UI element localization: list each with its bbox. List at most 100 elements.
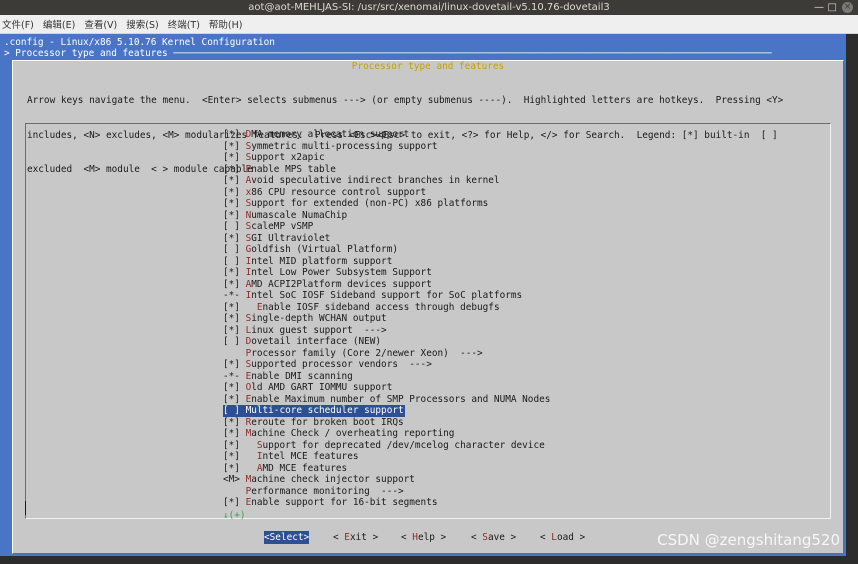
close-icon[interactable]: × bbox=[842, 2, 853, 13]
menu-item-label: nable IOSF sideband access through debug… bbox=[262, 301, 500, 313]
button-text: oad > bbox=[556, 532, 586, 543]
menu-item-state: [*] bbox=[223, 497, 246, 508]
menu-item[interactable]: [*] Enable MPS table bbox=[223, 164, 336, 176]
menu-item-state: -*- bbox=[223, 290, 246, 301]
menu-item-label: ulti-core scheduler support bbox=[251, 405, 404, 416]
menu-item[interactable]: [*] Support for extended (non-PC) x86 pl… bbox=[223, 198, 488, 210]
breadcrumb: > Processor type and features ──────────… bbox=[4, 48, 772, 59]
menu-view[interactable]: 查看(V) bbox=[84, 17, 117, 31]
menu-item[interactable]: [*] Linux guest support ---> bbox=[223, 325, 387, 337]
menu-item-state: [*] bbox=[223, 129, 246, 140]
menu-item-state: [*] bbox=[223, 278, 246, 290]
button-save[interactable]: < Save > bbox=[471, 531, 516, 544]
menu-item-label: ymmetric multi-processing support bbox=[251, 140, 438, 152]
menu-item[interactable]: [ ] Dovetail interface (NEW) bbox=[223, 336, 381, 348]
menu-item-label: void speculative indirect branches in ke… bbox=[251, 175, 500, 186]
watermark: CSDN @zengshitang520 bbox=[657, 531, 840, 549]
menu-item[interactable]: [*] Enable IOSF sideband access through … bbox=[223, 302, 500, 314]
menu-item[interactable]: [*] Intel Low Power Subsystem Support bbox=[223, 267, 432, 279]
menu-item[interactable]: [*] Symmetric multi-processing support bbox=[223, 141, 438, 153]
menu-item-state: [*] bbox=[223, 313, 246, 324]
menu-item[interactable]: [*] Numascale NumaChip bbox=[223, 210, 347, 222]
config-header: .config - Linux/x86 5.10.76 Kernel Confi… bbox=[4, 37, 275, 48]
menu-item[interactable]: <M> Machine check injector support bbox=[223, 474, 415, 486]
menu-item-label: nable DMI scanning bbox=[251, 370, 353, 382]
menu-item-label: ntel Low Power Subsystem Support bbox=[251, 267, 432, 278]
menu-item[interactable]: [*] DMA memory allocation support bbox=[223, 129, 409, 141]
minimize-icon[interactable]: — bbox=[814, 0, 824, 15]
menu-edit[interactable]: 编辑(E) bbox=[43, 17, 75, 31]
window-title: aot@aot-MEHLJAS-SI: /usr/src/xenomai/lin… bbox=[248, 2, 610, 13]
menu-item-label: ntel MID platform support bbox=[251, 255, 393, 267]
menu-item-state: [*] bbox=[223, 175, 246, 186]
scrollbar-gutter bbox=[846, 34, 858, 564]
button-text: < bbox=[471, 532, 483, 543]
window-bottom-edge bbox=[0, 556, 846, 564]
dialog-title: Processor type and features bbox=[349, 61, 507, 72]
menu-item[interactable]: [*] Supported processor vendors ---> bbox=[223, 359, 432, 371]
menu-item[interactable]: -*- Enable DMI scanning bbox=[223, 371, 353, 383]
maximize-icon[interactable]: □ bbox=[828, 0, 837, 15]
menu-item-label: ld AMD GART IOMMU support bbox=[251, 382, 393, 393]
menu-item-label: achine check injector support bbox=[251, 474, 415, 485]
menu-item-state: [ ] bbox=[223, 336, 246, 347]
menu-item-label: ntel SoC IOSF Sideband support for SoC p… bbox=[251, 290, 523, 301]
menu-item-state: [ ] bbox=[223, 405, 246, 416]
menu-item[interactable]: [*] Support x2apic bbox=[223, 152, 325, 164]
menu-list[interactable]: ↓(+) [*] DMA memory allocation support [*… bbox=[25, 123, 831, 521]
menu-item-state: [*] bbox=[223, 451, 257, 462]
menu-item-label: ntel MCE features bbox=[262, 451, 359, 462]
menu-item[interactable]: [*] Avoid speculative indirect branches … bbox=[223, 175, 500, 187]
menu-item-label: rocessor family (Core 2/newer Xeon) ---> bbox=[251, 347, 483, 359]
button-text: ave > bbox=[487, 532, 517, 543]
menu-item[interactable]: [ ] Goldfish (Virtual Platform) bbox=[223, 244, 398, 256]
menu-help[interactable]: 帮助(H) bbox=[209, 17, 243, 31]
menu-item-label: MD ACPI2Platform devices support bbox=[251, 278, 432, 290]
button-select[interactable]: <Select> bbox=[264, 531, 310, 544]
button-exit[interactable]: < Exit > bbox=[333, 531, 378, 544]
menu-item[interactable]: -*- Intel SoC IOSF Sideband support for … bbox=[223, 290, 522, 302]
menu-item-state: [*] bbox=[223, 140, 246, 152]
button-load[interactable]: < Load > bbox=[540, 531, 585, 544]
menu-item[interactable]: [*] AMD MCE features bbox=[223, 463, 347, 475]
menu-item-label: achine Check / overheating reporting bbox=[251, 428, 455, 439]
menu-item[interactable]: [*] x86 CPU resource control support bbox=[223, 187, 426, 199]
menu-item-state: [*] bbox=[223, 324, 246, 336]
menu-item[interactable]: Performance monitoring ---> bbox=[223, 486, 404, 498]
button-help[interactable]: < Help > bbox=[401, 531, 446, 544]
menu-item-label: umascale NumaChip bbox=[251, 209, 348, 221]
menu-item-label: upported processor vendors ---> bbox=[251, 359, 432, 370]
menu-item-label: ovetail interface (NEW) bbox=[251, 336, 382, 347]
menu-item[interactable]: [ ] Multi-core scheduler support bbox=[223, 405, 405, 417]
menu-item-state: [*] bbox=[223, 198, 246, 209]
menu-item-state: [*] bbox=[223, 209, 246, 221]
menu-item-state: -*- bbox=[223, 370, 246, 382]
menu-item[interactable]: [*] Enable support for 16-bit segments bbox=[223, 497, 438, 509]
menu-item[interactable]: [*] Support for deprecated /dev/mcelog c… bbox=[223, 440, 545, 452]
help-line: Arrow keys navigate the menu. <Enter> se… bbox=[27, 95, 784, 106]
menu-item-state: [ ] bbox=[223, 221, 246, 232]
window-titlebar: aot@aot-MEHLJAS-SI: /usr/src/xenomai/lin… bbox=[0, 0, 858, 15]
menu-item-state: [ ] bbox=[223, 244, 246, 255]
menu-item[interactable]: [*] Reroute for broken boot IRQs bbox=[223, 417, 404, 429]
menu-item[interactable]: [ ] ScaleMP vSMP bbox=[223, 221, 313, 233]
menu-item[interactable]: Processor family (Core 2/newer Xeon) ---… bbox=[223, 348, 483, 360]
more-indicator: ↓(+) bbox=[223, 510, 246, 521]
menu-item-label: erformance monitoring ---> bbox=[251, 485, 404, 497]
menu-item-label: MD MCE features bbox=[262, 462, 348, 474]
terminal-area[interactable]: .config - Linux/x86 5.10.76 Kernel Confi… bbox=[0, 34, 846, 556]
menu-item-state: [ ] bbox=[223, 255, 246, 267]
menu-item[interactable]: [ ] Intel MID platform support bbox=[223, 256, 392, 268]
menu-item[interactable]: [*] Enable Maximum number of SMP Process… bbox=[223, 394, 550, 406]
menu-item[interactable]: [*] Machine Check / overheating reportin… bbox=[223, 428, 454, 440]
menu-item-state: [*] bbox=[223, 428, 246, 439]
menu-search[interactable]: 搜索(S) bbox=[126, 17, 158, 31]
menu-item[interactable]: [*] Intel MCE features bbox=[223, 451, 358, 463]
menu-item[interactable]: [*] AMD ACPI2Platform devices support bbox=[223, 279, 432, 291]
button-text: < bbox=[333, 532, 345, 543]
menu-terminal[interactable]: 终端(T) bbox=[168, 17, 200, 31]
menu-item[interactable]: [*] Old AMD GART IOMMU support bbox=[223, 382, 392, 394]
menu-item[interactable]: [*] Single-depth WCHAN output bbox=[223, 313, 387, 325]
menu-item[interactable]: [*] SGI Ultraviolet bbox=[223, 233, 330, 245]
menu-file[interactable]: 文件(F) bbox=[2, 17, 34, 31]
